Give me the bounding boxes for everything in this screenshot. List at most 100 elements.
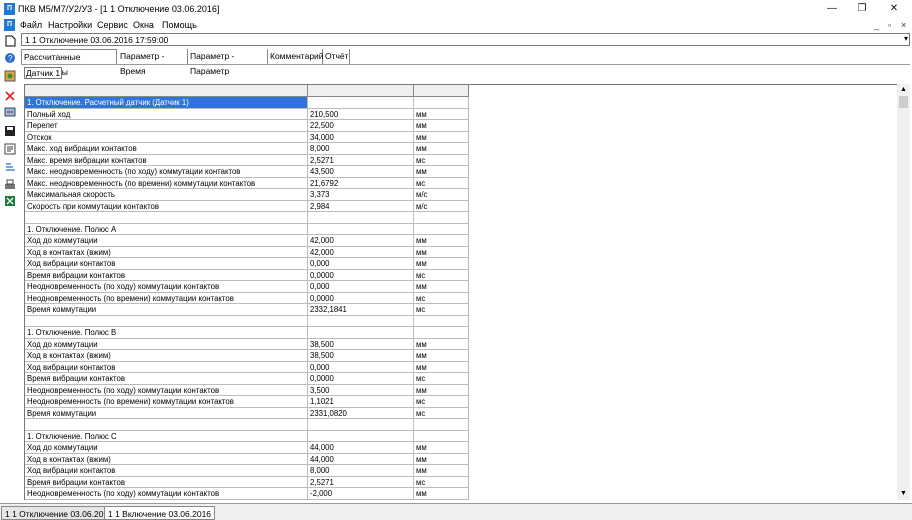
- param-unit-cell[interactable]: мс: [414, 396, 469, 407]
- mdi-minimize-button[interactable]: _: [874, 20, 879, 30]
- scroll-up-icon[interactable]: ▲: [897, 84, 910, 96]
- param-unit-cell[interactable]: мм: [414, 453, 469, 465]
- table-row[interactable]: Неодновременность (по ходу) коммутации к…: [25, 488, 469, 500]
- table-row[interactable]: Неодновременность (по ходу) коммутации к…: [25, 384, 469, 396]
- param-unit-cell[interactable]: мм: [414, 361, 469, 373]
- param-value-cell[interactable]: 1,1021: [308, 396, 414, 407]
- table-row[interactable]: Ход вибрации контактов 0,000 мм: [25, 361, 469, 373]
- param-name-cell[interactable]: Ход до коммутации: [25, 442, 308, 453]
- table-row[interactable]: 1. Отключение. Полюс A: [25, 223, 469, 235]
- sensor-tab[interactable]: Датчик 1: [24, 67, 62, 79]
- param-unit-cell[interactable]: [414, 212, 469, 223]
- param-value-cell[interactable]: 210,500: [308, 108, 414, 120]
- param-value-cell[interactable]: 43,500: [308, 166, 414, 177]
- menu-help[interactable]: Помощь: [162, 20, 197, 30]
- param-value-cell[interactable]: 44,000: [308, 453, 414, 465]
- param-value-cell[interactable]: [308, 97, 414, 108]
- param-value-cell[interactable]: 38,500: [308, 350, 414, 361]
- param-name-cell[interactable]: Время вибрации контактов: [25, 269, 308, 281]
- table-row[interactable]: Ход в контактах (вжим) 38,500 мм: [25, 350, 469, 362]
- param-name-cell[interactable]: Ход вибрации контактов: [25, 465, 308, 476]
- param-name-cell[interactable]: [25, 419, 308, 430]
- table-row[interactable]: Макс. неодновременность (по времени) ком…: [25, 177, 469, 189]
- param-unit-cell[interactable]: м/с: [414, 189, 469, 200]
- param-name-cell[interactable]: Макс. время вибрации контактов: [25, 154, 308, 166]
- param-unit-cell[interactable]: мм: [414, 465, 469, 476]
- table-row[interactable]: Перелет 22,500 мм: [25, 120, 469, 132]
- excel-icon[interactable]: [3, 195, 16, 208]
- param-name-cell[interactable]: Максимальная скорость: [25, 189, 308, 200]
- table-row[interactable]: [25, 419, 469, 431]
- param-value-cell[interactable]: 2331,0820: [308, 407, 414, 419]
- document-icon[interactable]: П: [4, 19, 15, 31]
- param-unit-cell[interactable]: мм: [414, 235, 469, 246]
- delete-icon[interactable]: [3, 90, 16, 103]
- param-unit-cell[interactable]: мс: [414, 476, 469, 488]
- param-name-cell[interactable]: Время вибрации контактов: [25, 476, 308, 488]
- param-unit-cell[interactable]: мм: [414, 350, 469, 361]
- param-name-cell[interactable]: 1. Отключение. Полюс B: [25, 327, 308, 338]
- param-name-cell[interactable]: Перелет: [25, 120, 308, 131]
- param-name-cell[interactable]: Время коммутации: [25, 304, 308, 315]
- param-name-cell[interactable]: Ход до коммутации: [25, 338, 308, 350]
- param-unit-cell[interactable]: мс: [414, 177, 469, 189]
- table-row[interactable]: Время коммутации 2332,1841 мс: [25, 304, 469, 316]
- param-unit-cell[interactable]: мм: [414, 281, 469, 292]
- param-name-cell[interactable]: Ход в контактах (вжим): [25, 246, 308, 258]
- param-value-cell[interactable]: 0,000: [308, 258, 414, 269]
- param-value-cell[interactable]: 0,0000: [308, 292, 414, 304]
- table-row[interactable]: Ход вибрации контактов 0,000 мм: [25, 258, 469, 270]
- minimize-button[interactable]: —: [818, 2, 846, 16]
- param-value-cell[interactable]: [308, 327, 414, 338]
- menu-service[interactable]: Сервис: [97, 20, 128, 30]
- param-name-cell[interactable]: Неодновременность (по времени) коммутаци…: [25, 499, 308, 500]
- table-row[interactable]: 1. Отключение. Полюс C: [25, 430, 469, 442]
- param-unit-cell[interactable]: мс: [414, 154, 469, 166]
- param-value-cell[interactable]: [308, 223, 414, 235]
- param-value-cell[interactable]: 8,000: [308, 465, 414, 476]
- scan-icon[interactable]: [3, 106, 16, 119]
- param-value-cell[interactable]: 21,6792: [308, 177, 414, 189]
- table-row[interactable]: Время коммутации 2331,0820 мс: [25, 407, 469, 419]
- table-row[interactable]: Макс. неодновременность (по ходу) коммут…: [25, 166, 469, 178]
- scroll-down-icon[interactable]: ▼: [897, 488, 910, 500]
- table-row[interactable]: Неодновременность (по времени) коммутаци…: [25, 396, 469, 408]
- vertical-scrollbar[interactable]: ▲ ▼: [897, 84, 910, 500]
- table-row[interactable]: Ход вибрации контактов 8,000 мм: [25, 465, 469, 477]
- param-name-cell[interactable]: Ход вибрации контактов: [25, 258, 308, 269]
- param-name-cell[interactable]: Неодновременность (по ходу) коммутации к…: [25, 281, 308, 292]
- mdi-close-button[interactable]: ×: [901, 20, 906, 30]
- param-name-cell[interactable]: Макс. ход вибрации контактов: [25, 143, 308, 154]
- param-unit-cell[interactable]: [414, 223, 469, 235]
- save-icon[interactable]: [3, 125, 16, 138]
- param-unit-cell[interactable]: мм: [414, 166, 469, 177]
- param-value-cell[interactable]: 3,373: [308, 189, 414, 200]
- export-icon[interactable]: [3, 143, 16, 156]
- param-name-cell[interactable]: [25, 212, 308, 223]
- restore-button[interactable]: ❐: [848, 2, 876, 16]
- param-unit-cell[interactable]: мс: [414, 373, 469, 384]
- param-value-cell[interactable]: 0,0000: [308, 269, 414, 281]
- table-row[interactable]: 1. Отключение. Расчетный датчик (Датчик …: [25, 97, 469, 109]
- table-row[interactable]: Макс. ход вибрации контактов 8,000 мм: [25, 143, 469, 155]
- param-value-cell[interactable]: 0,0000: [308, 373, 414, 384]
- tab-param-param[interactable]: Параметр - Параметр: [188, 49, 268, 76]
- param-value-cell[interactable]: [308, 315, 414, 327]
- table-row[interactable]: [25, 212, 469, 224]
- param-value-cell[interactable]: [308, 430, 414, 442]
- param-name-cell[interactable]: Ход в контактах (вжим): [25, 350, 308, 361]
- param-value-cell[interactable]: 3,500: [308, 384, 414, 396]
- print-icon[interactable]: [3, 179, 16, 192]
- help-icon[interactable]: ?: [3, 52, 16, 65]
- table-row[interactable]: Неодновременность (по времени) коммутаци…: [25, 292, 469, 304]
- window-tab-off[interactable]: 1 1 Отключение 03.06.2016: [1, 506, 117, 520]
- param-value-cell[interactable]: 8,000: [308, 143, 414, 154]
- param-unit-cell[interactable]: мс: [414, 292, 469, 304]
- param-name-cell[interactable]: Неодновременность (по времени) коммутаци…: [25, 292, 308, 304]
- param-name-cell[interactable]: 1. Отключение. Полюс A: [25, 223, 308, 235]
- param-name-cell[interactable]: Скорость при коммутации контактов: [25, 200, 308, 212]
- tab-comment[interactable]: Комментарий: [268, 49, 324, 64]
- param-unit-cell[interactable]: мс: [414, 407, 469, 419]
- table-row[interactable]: Время вибрации контактов 2,5271 мс: [25, 476, 469, 488]
- param-name-cell[interactable]: Отскок: [25, 131, 308, 143]
